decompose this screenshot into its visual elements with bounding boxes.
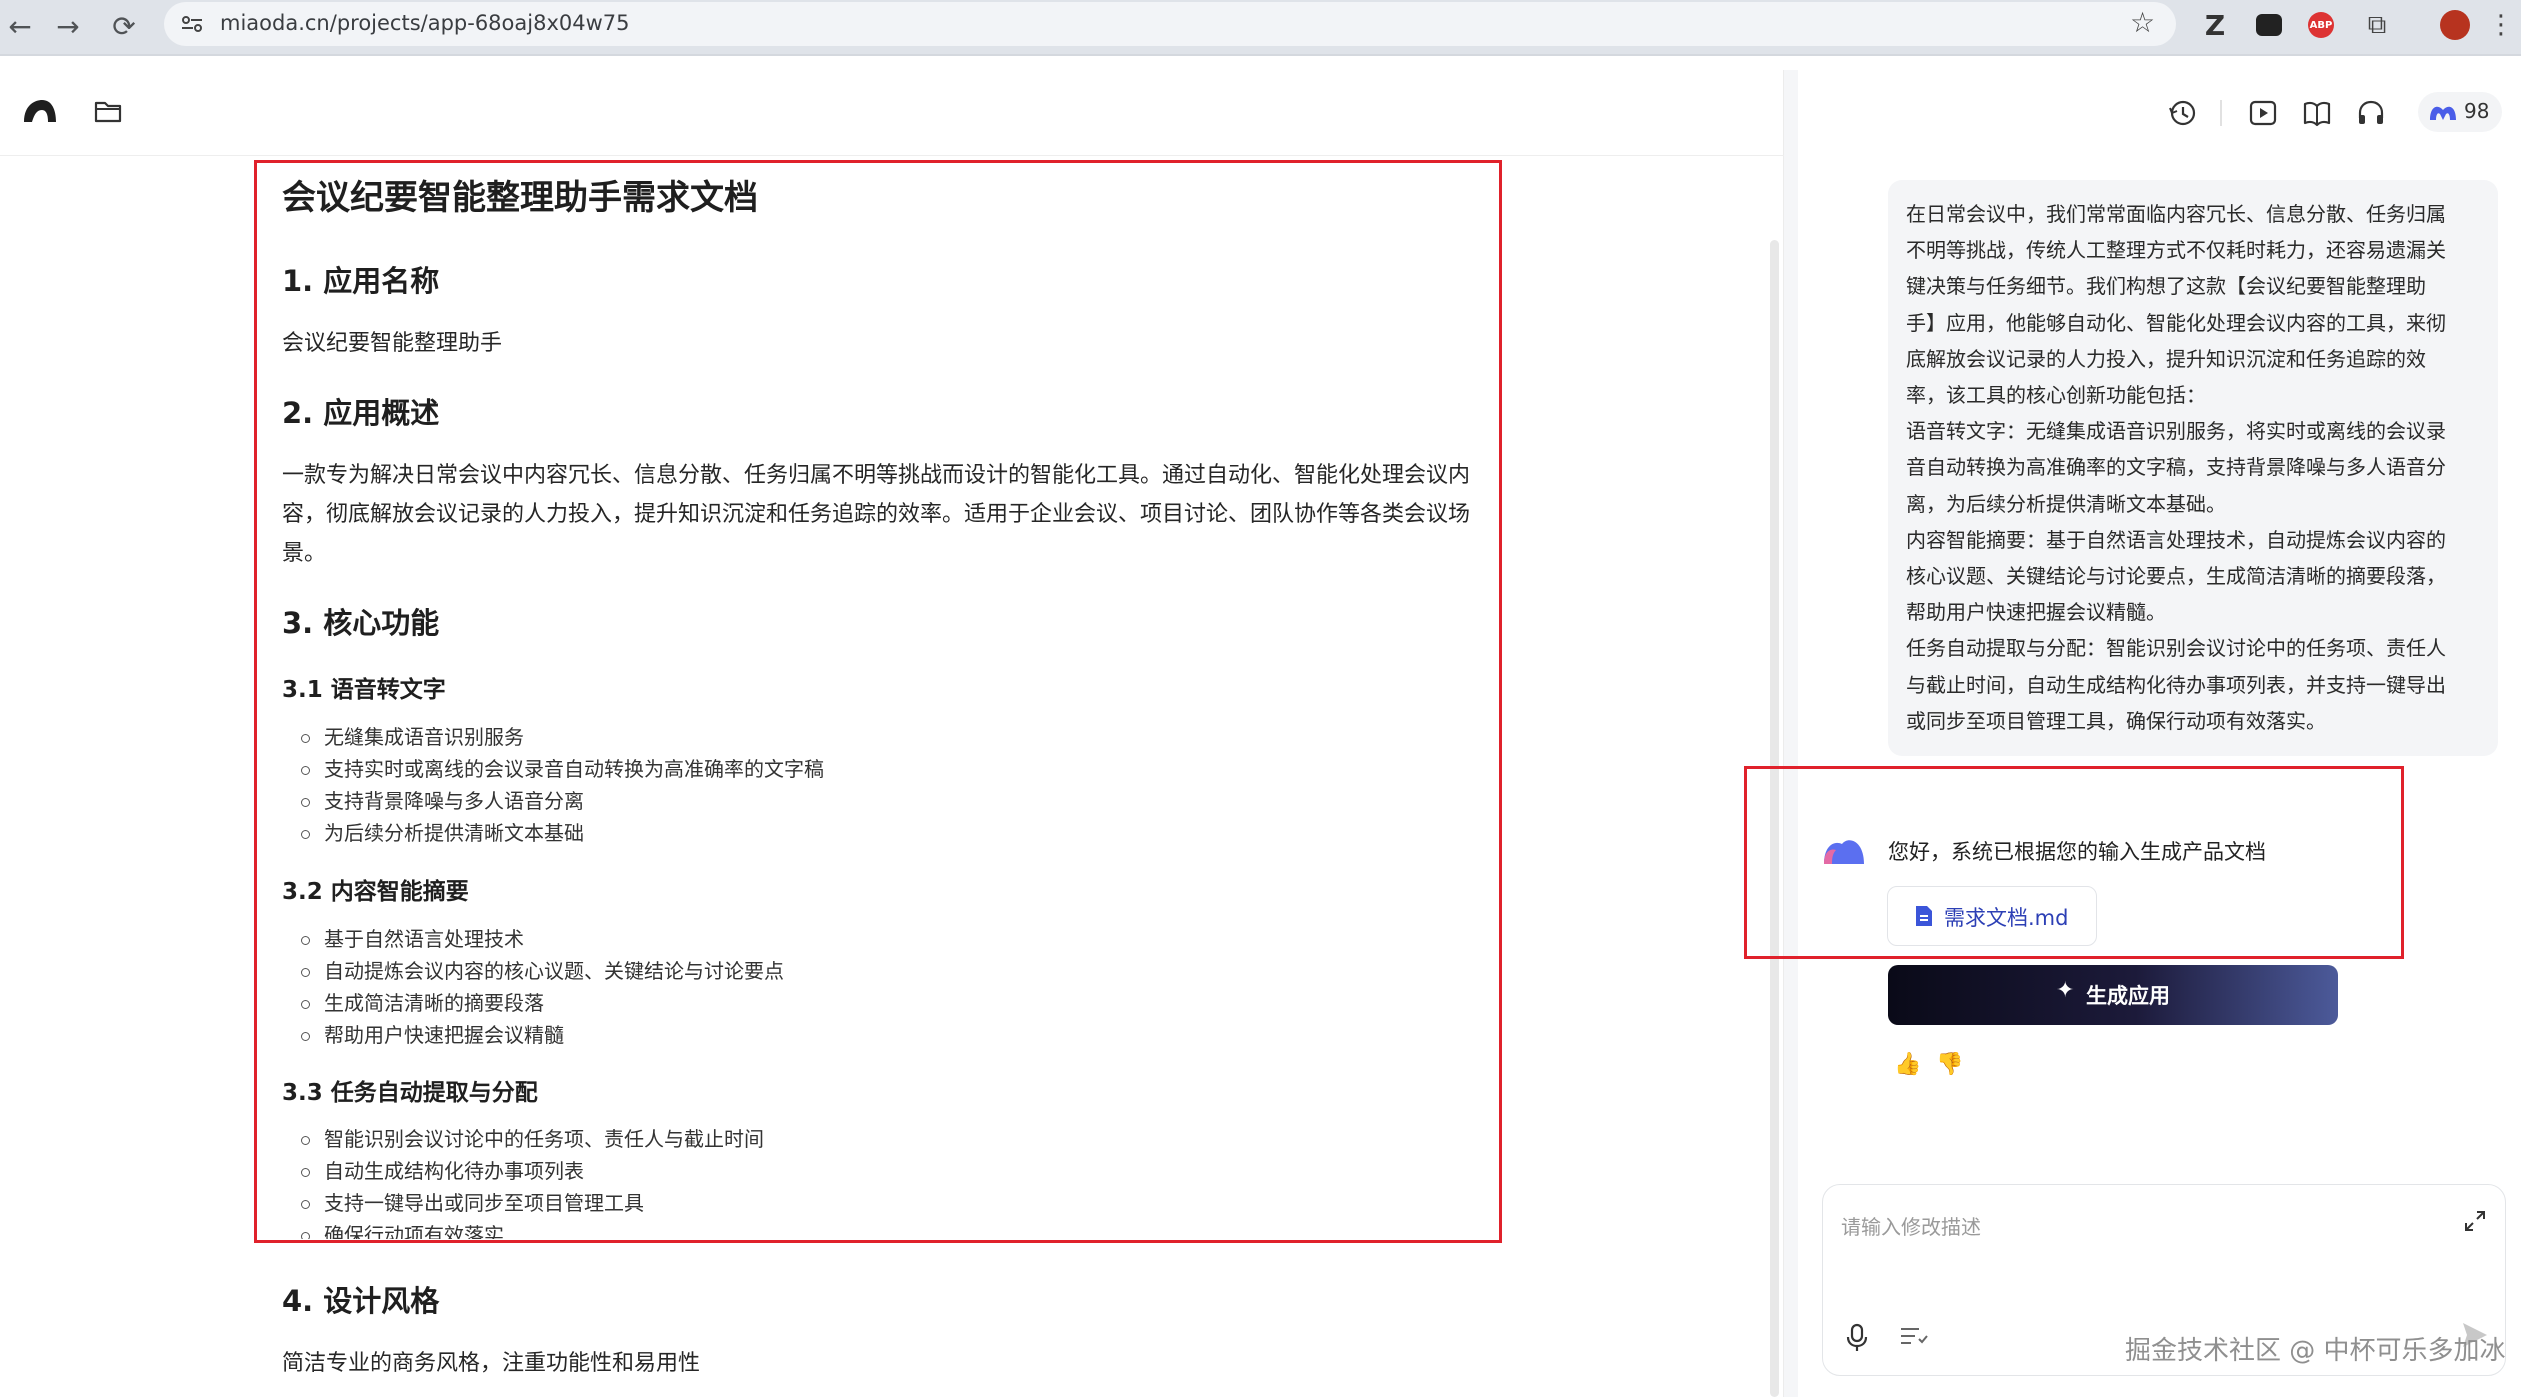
- expand-icon[interactable]: [2463, 1209, 2487, 1233]
- forward-icon[interactable]: →: [48, 6, 88, 46]
- input-placeholder[interactable]: 请输入修改描述: [1841, 1211, 1981, 1240]
- message-line: 在日常会议中，我们常常面临内容冗长、信息分散、任务归属: [1906, 202, 2446, 226]
- panel-divider[interactable]: [1784, 70, 1798, 1397]
- thumbs-up-icon[interactable]: 👍: [1894, 1052, 1921, 1077]
- credits-logo-icon: [2430, 106, 2456, 120]
- section-heading: 4. 设计风格: [282, 1284, 440, 1318]
- message-line: 内容智能摘要：基于自然语言处理技术，自动提炼会议内容的: [1906, 527, 2446, 552]
- message-line: 核心议题、关键结论与讨论要点，生成简洁清晰的摘要段落，: [1906, 564, 2446, 589]
- generate-app-label: 生成应用: [2086, 984, 2170, 1008]
- profile-avatar[interactable]: [2436, 6, 2474, 44]
- message-line: 键决策与任务细节。我们构想了这款【会议纪要智能整理助: [1906, 274, 2426, 299]
- generate-app-button[interactable]: ✦ 生成应用: [1888, 965, 2338, 1025]
- toolbar-divider: [2220, 100, 2222, 126]
- message-line: 语音转文字：无缝集成语音识别服务，将实时或离线的会议录: [1906, 419, 2446, 444]
- prompt-list-icon[interactable]: [1899, 1325, 1929, 1351]
- message-line: 不明等挑战，传统人工整理方式不仅耗时耗力，还容易遗漏关: [1906, 238, 2446, 263]
- message-line: 与截止时间，自动生成结构化待办事项列表，并支持一键导出: [1906, 672, 2446, 697]
- document-header: [0, 70, 1784, 156]
- message-line: 手】应用，他能够自动化、智能化处理会议内容的工具，来彻: [1906, 310, 2446, 335]
- history-icon[interactable]: [2166, 96, 2200, 130]
- folder-icon[interactable]: [94, 98, 122, 124]
- highlight-box: [254, 160, 1502, 1243]
- browser-toolbar: ← → ⟳ miaoda.cn/projects/app-68oaj8x04w7…: [0, 0, 2521, 56]
- microphone-icon[interactable]: [1845, 1323, 1869, 1353]
- message-line: 率，该工具的核心创新功能包括：: [1906, 383, 2206, 408]
- play-video-icon[interactable]: [2246, 96, 2280, 130]
- adblock-icon[interactable]: ABP: [2302, 6, 2340, 44]
- mask-extension-icon[interactable]: [2250, 6, 2288, 44]
- app-logo-icon[interactable]: [22, 96, 58, 126]
- z-extension-icon[interactable]: Z: [2196, 6, 2234, 44]
- message-line: 底解放会议记录的人力投入，提升知识沉淀和任务追踪的效: [1906, 346, 2426, 371]
- site-settings-icon[interactable]: [180, 12, 204, 36]
- book-icon[interactable]: [2300, 96, 2334, 130]
- back-icon[interactable]: ←: [0, 6, 40, 46]
- message-line: 任务自动提取与分配：智能识别会议讨论中的任务项、责任人: [1906, 636, 2446, 661]
- extensions-puzzle-icon[interactable]: ⧉: [2358, 6, 2396, 44]
- more-menu-icon[interactable]: ⋮: [2486, 6, 2516, 44]
- message-line: 帮助用户快速把握会议精髓。: [1906, 600, 2166, 625]
- headphones-icon[interactable]: [2354, 96, 2388, 130]
- highlight-box: [1744, 766, 2404, 959]
- section-text: 简洁专业的商务风格，注重功能性和易用性: [282, 1351, 701, 1376]
- address-bar[interactable]: miaoda.cn/projects/app-68oaj8x04w75 ☆: [164, 2, 2176, 46]
- thumbs-down-icon[interactable]: 👎: [1936, 1052, 1963, 1077]
- bookmark-star-icon[interactable]: ☆: [2130, 6, 2155, 39]
- sparkle-icon: ✦: [2056, 978, 2075, 1003]
- message-line: 或同步至项目管理工具，确保行动项有效落实。: [1906, 708, 2326, 733]
- url-text: miaoda.cn/projects/app-68oaj8x04w75: [220, 11, 630, 35]
- message-line: 音自动转换为高准确率的文字稿，支持背景降噪与多人语音分: [1906, 455, 2446, 480]
- message-line: 离，为后续分析提供清晰文本基础。: [1906, 491, 2226, 516]
- credits-count: 98: [2464, 99, 2490, 123]
- reload-icon[interactable]: ⟳: [104, 6, 144, 46]
- user-message: 在日常会议中，我们常常面临内容冗长、信息分散、任务归属 不明等挑战，传统人工整理…: [1888, 180, 2498, 756]
- credits-badge[interactable]: 98: [2418, 92, 2502, 132]
- watermark-text: 掘金技术社区 @ 中杯可乐多加冰: [2125, 1336, 2506, 1366]
